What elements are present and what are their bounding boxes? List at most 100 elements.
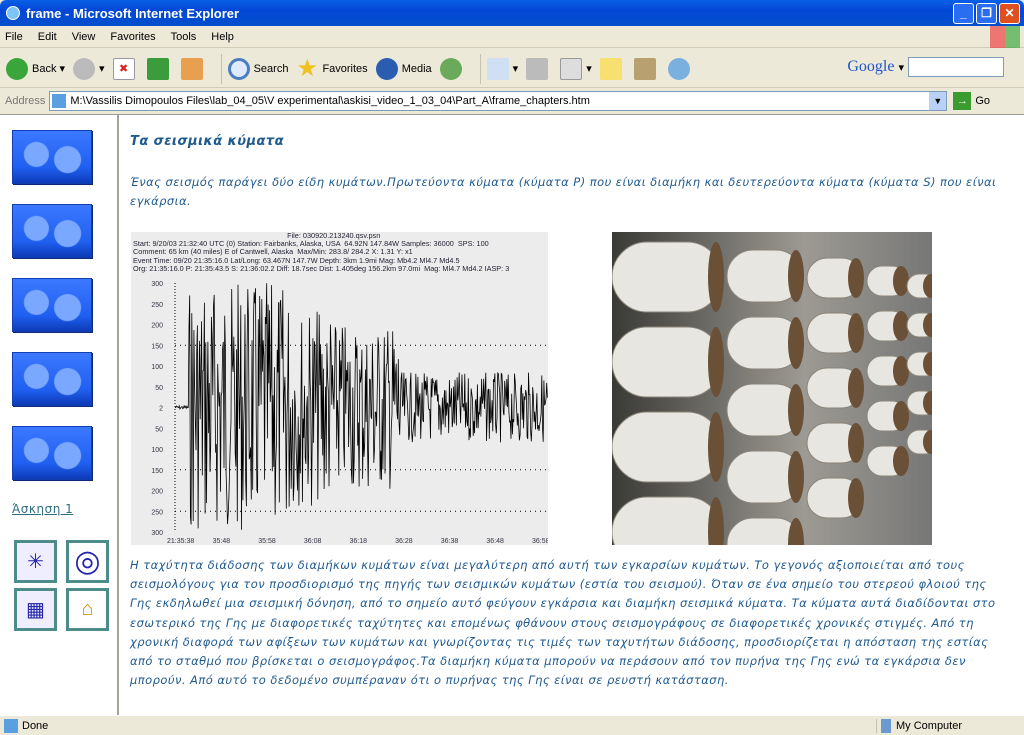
menu-view[interactable]: View [72,31,96,43]
print-button[interactable] [526,57,552,80]
y-tick-label: 250 [151,509,163,516]
target-nav-button[interactable]: ◎ [66,540,109,583]
sidebar-frame: Άσκηση 1 ✳ ◎ ▦ ⌂ [0,115,119,716]
zone-label: My Computer [896,720,963,732]
y-tick-label: 150 [151,343,163,350]
address-dropdown[interactable]: ▼ [929,92,947,110]
x-tick-label: 35:48 [213,538,231,545]
target-icon: ◎ [69,543,106,580]
y-tick-label: 50 [155,385,163,392]
drum-end [848,258,864,298]
seismic-waveform [174,283,548,530]
x-tick-label: 36:18 [350,538,368,545]
menu-edit[interactable]: Edit [38,31,57,43]
stop-button[interactable]: ✖ [112,57,139,80]
go-button[interactable]: → Go [953,92,990,110]
drum-end [708,497,724,545]
body-paragraph: Η ταχύτητα διάδοσης των διαμήκων κυμάτων… [130,558,996,688]
status-text: Done [22,719,49,732]
window-title: frame - Microsoft Internet Explorer [26,5,240,21]
grid-nav-button[interactable]: ▦ [14,588,57,631]
refresh-button[interactable] [146,57,173,80]
drum-end [708,327,724,397]
back-arrow-icon [6,57,28,80]
y-tick-label: 250 [151,302,163,309]
drum-end [893,356,909,386]
media-button[interactable]: Media [375,57,432,80]
notes-button[interactable] [599,57,626,80]
favorites-button[interactable]: ★ Favorites [296,56,367,80]
status-bar: Done My Computer [0,715,1024,735]
drum-end [893,266,909,296]
search-icon [227,57,250,80]
google-button[interactable]: Google [847,58,894,76]
messenger-button[interactable] [667,57,694,80]
page-content: Άσκηση 1 ✳ ◎ ▦ ⌂ Τα σεισμικά κύματα Ένας… [0,114,1024,716]
address-input[interactable]: M:\Vassilis Dimopoulos Files\lab_04_05\V… [49,91,948,111]
address-bar: Address M:\Vassilis Dimopoulos Files\lab… [0,89,1024,113]
home-button[interactable] [180,57,207,80]
chapter-2-button[interactable] [12,204,92,258]
windows-logo-icon [990,26,1020,48]
seismogram-trace: 3002502001501005025010015020025030021:35… [151,281,548,545]
forward-button[interactable]: ▾ [73,57,105,80]
restore-button[interactable]: ❐ [976,3,997,24]
menu-tools[interactable]: Tools [171,31,197,43]
drum-end [788,317,804,369]
y-tick-label: 150 [151,468,163,475]
research-button[interactable] [633,57,660,80]
seismograph-drums-photo [612,232,932,545]
history-button[interactable] [439,57,466,80]
back-label: Back [32,62,57,75]
drum-end [708,412,724,482]
menu-file[interactable]: File [5,31,23,43]
mail-button[interactable]: ▾ [486,57,518,80]
y-tick-label: 100 [151,447,163,454]
explosion-nav-button[interactable]: ✳ [14,540,57,583]
drum-end [848,478,864,518]
drum-end [788,451,804,503]
seismogram-image: File: 030920.213240.qsv.psn Start: 9/20/… [131,231,548,545]
drum-end [848,313,864,353]
explosion-icon: ✳ [17,543,54,580]
home-nav-button[interactable]: ⌂ [66,588,109,631]
house-icon: ⌂ [69,591,106,628]
media-icon [375,57,398,80]
menu-favorites[interactable]: Favorites [110,31,155,43]
refresh-icon [146,57,169,80]
home-icon [180,57,203,80]
recording-drum [612,411,723,483]
y-tick-label: 200 [151,323,163,330]
search-button[interactable]: Search [227,57,288,80]
chapter-4-button[interactable] [12,352,92,406]
computer-icon [881,719,891,733]
back-button[interactable]: Back ▾ [6,57,65,80]
edit-button[interactable]: ▾ [560,57,592,80]
minimize-button[interactable]: _ [953,3,974,24]
google-search-input[interactable] [908,57,1004,77]
intro-paragraph: Ένας σεισμός παράγει δύο είδη κυμάτων.Πρ… [130,175,997,208]
media-label: Media [401,62,432,75]
grid-icon: ▦ [17,591,54,628]
close-button[interactable]: ✕ [999,3,1020,24]
y-tick-label: 2 [159,406,163,413]
exercise-1-link[interactable]: Άσκηση 1 [12,502,73,516]
address-value: M:\Vassilis Dimopoulos Files\lab_04_05\V… [70,95,590,107]
title-bar: frame - Microsoft Internet Explorer _ ❐ … [0,0,1024,26]
page-heading: Τα σεισμικά κύματα [130,134,285,149]
chapter-3-button[interactable] [12,278,92,332]
chapter-5-button[interactable] [12,426,92,480]
y-tick-label: 100 [151,364,163,371]
chapter-1-button[interactable] [12,130,92,184]
menu-help[interactable]: Help [211,31,234,43]
recording-drum [612,326,723,398]
y-tick-label: 300 [151,530,163,537]
x-tick-label: 36:38 [441,538,459,545]
drum-end [788,250,804,302]
x-tick-label: 36:58 [532,538,548,545]
research-icon [633,57,656,80]
go-label: Go [975,95,991,107]
menu-bar: File Edit View Favorites Tools Help [0,26,1024,48]
messenger-icon [667,57,690,80]
history-icon [439,57,462,80]
